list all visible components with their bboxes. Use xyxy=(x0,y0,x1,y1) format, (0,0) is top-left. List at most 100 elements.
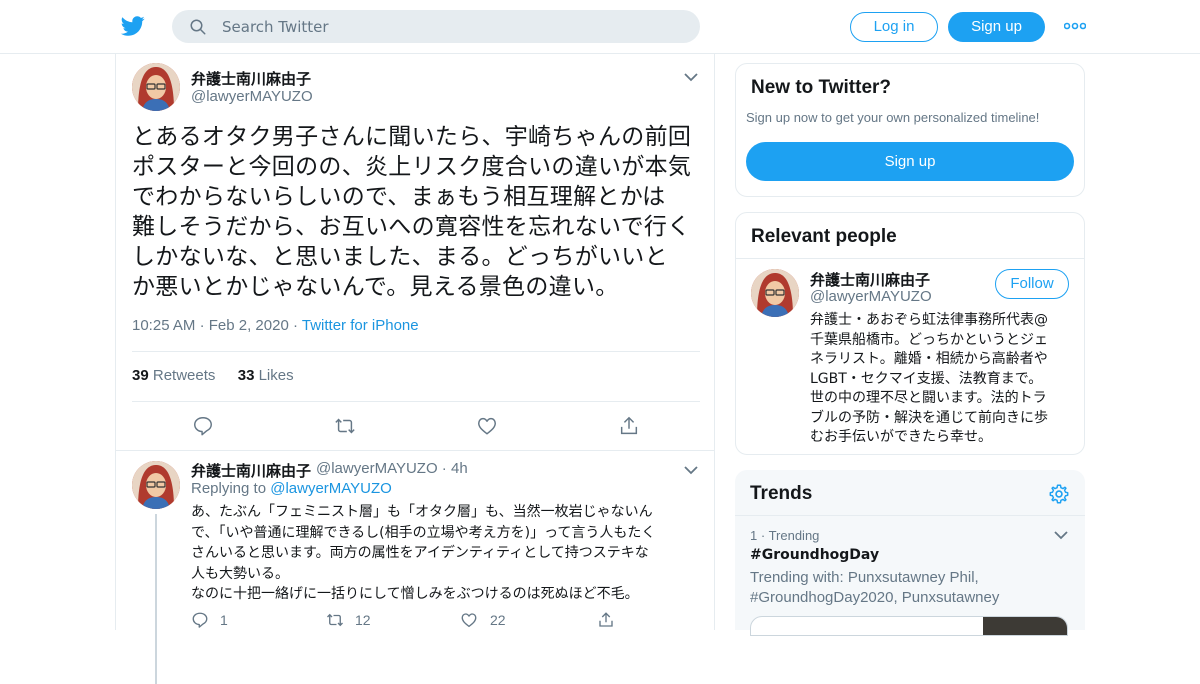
signup-button[interactable]: Sign up xyxy=(948,12,1045,42)
more-dots-icon[interactable] xyxy=(1064,18,1086,34)
heart-icon[interactable] xyxy=(476,415,498,437)
search-icon xyxy=(190,19,206,35)
trend-context-label: Trending xyxy=(768,528,820,543)
trend-media-thumbnail xyxy=(983,617,1067,635)
avatar-image xyxy=(751,269,799,317)
heart-icon[interactable] xyxy=(460,611,478,629)
tweet-author-handle[interactable]: @lawyerMAYUZO xyxy=(191,88,313,105)
meta-separator: · xyxy=(437,460,451,477)
twitter-bird-icon[interactable] xyxy=(120,14,146,38)
tweet-metadata: 10:25 AM · Feb 2, 2020 · Twitter for iPh… xyxy=(132,317,419,334)
replying-to-handle-link[interactable]: @lawyerMAYUZO xyxy=(270,480,392,497)
reply-age[interactable]: 4h xyxy=(451,460,468,477)
reply-author-name[interactable]: 弁護士南川麻由子 xyxy=(191,460,311,481)
share-icon[interactable] xyxy=(597,611,615,629)
new-to-twitter-card: New to Twitter? Sign up now to get your … xyxy=(735,63,1085,197)
reply-text-line: で、「いや普通に理解できるし(相手の立場や考え方を)」って言う人もたく xyxy=(191,524,656,541)
replying-to: Replying to @lawyerMAYUZO xyxy=(191,480,392,497)
trends-card: Trends 1 · Trending #GroundhogDay Trendi… xyxy=(735,470,1085,636)
bio-line: 世の中の理不尽と闘います。法的トラ xyxy=(810,390,1047,406)
tweet-date[interactable]: Feb 2, 2020 xyxy=(209,317,289,334)
bio-line: むお手伝いができたら幸せ。 xyxy=(810,429,992,445)
trends-title: Trends xyxy=(750,483,813,504)
avatar-image xyxy=(132,63,180,111)
like-stat[interactable]: 33 Likes xyxy=(238,367,294,384)
search-bar[interactable] xyxy=(172,10,700,43)
reply-retweet-count: 12 xyxy=(355,612,371,628)
avatar-image xyxy=(132,461,180,509)
avatar[interactable] xyxy=(132,63,180,111)
tweet-text-line: ポスターと今回のの、炎上リスク度合いの違いが本気 xyxy=(132,154,692,180)
follow-button[interactable]: Follow xyxy=(995,269,1069,299)
thread-line xyxy=(155,514,157,684)
trend-name[interactable]: #GroundhogDay xyxy=(750,547,879,563)
relevant-person-handle[interactable]: @lawyerMAYUZO xyxy=(810,288,932,305)
tweet-text-line: か悪いとかじゃないんで。見える景色の違い。 xyxy=(132,274,619,300)
timeline-column: 弁護士南川麻由子 @lawyerMAYUZO とあるオタク男子さんに聞いたら、宇… xyxy=(115,54,715,684)
top-navigation-bar: Log in Sign up xyxy=(0,0,1200,54)
chevron-down-icon[interactable] xyxy=(1054,530,1068,540)
relevant-person-name[interactable]: 弁護士南川麻由子 xyxy=(810,269,930,290)
bio-line: ブルの予防・解決を通じて前向きに歩 xyxy=(810,409,1048,426)
reply-like-count: 22 xyxy=(490,612,506,628)
tweet-text-line: とあるオタク男子さんに聞いたら、宇崎ちゃんの前回 xyxy=(132,124,692,150)
meta-separator: · xyxy=(292,317,302,334)
reply-icon[interactable] xyxy=(192,415,214,437)
bio-line: ネラリスト。離婚・相続から高齢者や xyxy=(810,351,1048,367)
divider xyxy=(132,351,700,352)
relevant-people-title: Relevant people xyxy=(751,226,897,247)
tweet-text: とあるオタク男子さんに聞いたら、宇崎ちゃんの前回 ポスターと今回のの、炎上リスク… xyxy=(132,122,707,302)
divider xyxy=(116,450,714,451)
chevron-down-icon[interactable] xyxy=(684,465,698,475)
tweet-text-line: でわからないらしいので、まぁもう相互理解とかは xyxy=(132,184,666,210)
tweet-author-name[interactable]: 弁護士南川麻由子 xyxy=(191,68,311,89)
gear-icon[interactable] xyxy=(1048,483,1070,505)
new-to-twitter-subtitle: Sign up now to get your own personalized… xyxy=(746,110,1040,125)
trend-related: Trending with: Punxsutawney Phil, #Groun… xyxy=(750,568,999,607)
reply-handle-text: @lawyerMAYUZO xyxy=(316,460,438,477)
tweet-source-link[interactable]: Twitter for iPhone xyxy=(302,317,419,334)
login-button[interactable]: Log in xyxy=(850,12,938,42)
divider xyxy=(132,401,700,402)
reply-text-line: あ、たぶん「フェミニスト層」も「オタク層」も、当然一枚岩じゃないん xyxy=(191,504,653,520)
reply-text-line: なのに十把一絡げに一括りにして憎しみをぶつけるのは死ぬほど不毛。 xyxy=(191,586,639,602)
retweet-icon[interactable] xyxy=(325,611,345,629)
divider xyxy=(735,515,1085,516)
chevron-down-icon[interactable] xyxy=(684,72,698,82)
like-count: 33 xyxy=(237,367,255,384)
bio-line: 弁護士・あおぞら虹法律事務所代表@ xyxy=(810,312,1048,328)
retweet-count: 39 xyxy=(132,367,149,384)
new-to-twitter-title: New to Twitter? xyxy=(751,77,892,98)
trend-related-line: #GroundhogDay2020, Punxsutawney xyxy=(750,588,1000,606)
bio-line: LGBT・セクマイ支援、法教育まで。 xyxy=(810,370,1043,387)
tweet-text-line: しかないな、と思いました、まる。どっちがいいと xyxy=(132,244,668,270)
bio-line: 千葉県船橋市。どっちかというとジェ xyxy=(810,331,1048,348)
sidebar-signup-button[interactable]: Sign up xyxy=(746,142,1074,181)
trend-rank: 1 xyxy=(750,528,758,543)
reply-author-handle[interactable]: @lawyerMAYUZO · 4h xyxy=(316,460,468,477)
retweet-stat[interactable]: 39 Retweets xyxy=(132,367,215,384)
relevant-person-bio: 弁護士・あおぞら虹法律事務所代表@ 千葉県船橋市。どっちかというとジェ ネラリス… xyxy=(810,311,1072,448)
divider xyxy=(736,258,1084,259)
trend-related-line: Trending with: Punxsutawney Phil, xyxy=(750,569,979,586)
reply-text-line: 人も大勢いる。 xyxy=(191,565,289,582)
trend-context: 1 · Trending xyxy=(750,528,819,543)
relevant-people-card: Relevant people 弁護士南川麻由子 @lawyerMAYUZO F… xyxy=(735,212,1085,455)
tweet-time[interactable]: 10:25 AM xyxy=(132,317,195,334)
retweet-icon[interactable] xyxy=(334,415,356,437)
meta-separator: · xyxy=(760,528,769,543)
reply-text: あ、たぶん「フェミニスト層」も「オタク層」も、当然一枚岩じゃないん で、「いや普… xyxy=(191,502,701,605)
tweet-stats: 39 Retweets 33 Likes xyxy=(132,367,294,384)
tweet-text-line: 難しそうだから、お互いへの寛容性を忘れないで行く xyxy=(132,214,691,240)
reply-count: 1 xyxy=(220,612,228,628)
trend-media-card[interactable] xyxy=(750,616,1068,636)
avatar[interactable] xyxy=(751,269,799,317)
meta-separator: · xyxy=(199,317,209,334)
retweet-label: Retweets xyxy=(152,367,216,384)
avatar[interactable] xyxy=(132,461,180,509)
reply-text-line: さんいると思います。両方の属性をアイデンティティとして持つステキな xyxy=(191,545,649,561)
reply-icon[interactable] xyxy=(191,611,209,629)
search-input[interactable] xyxy=(222,16,682,38)
replying-to-label: Replying to xyxy=(191,480,267,497)
share-icon[interactable] xyxy=(618,415,640,437)
